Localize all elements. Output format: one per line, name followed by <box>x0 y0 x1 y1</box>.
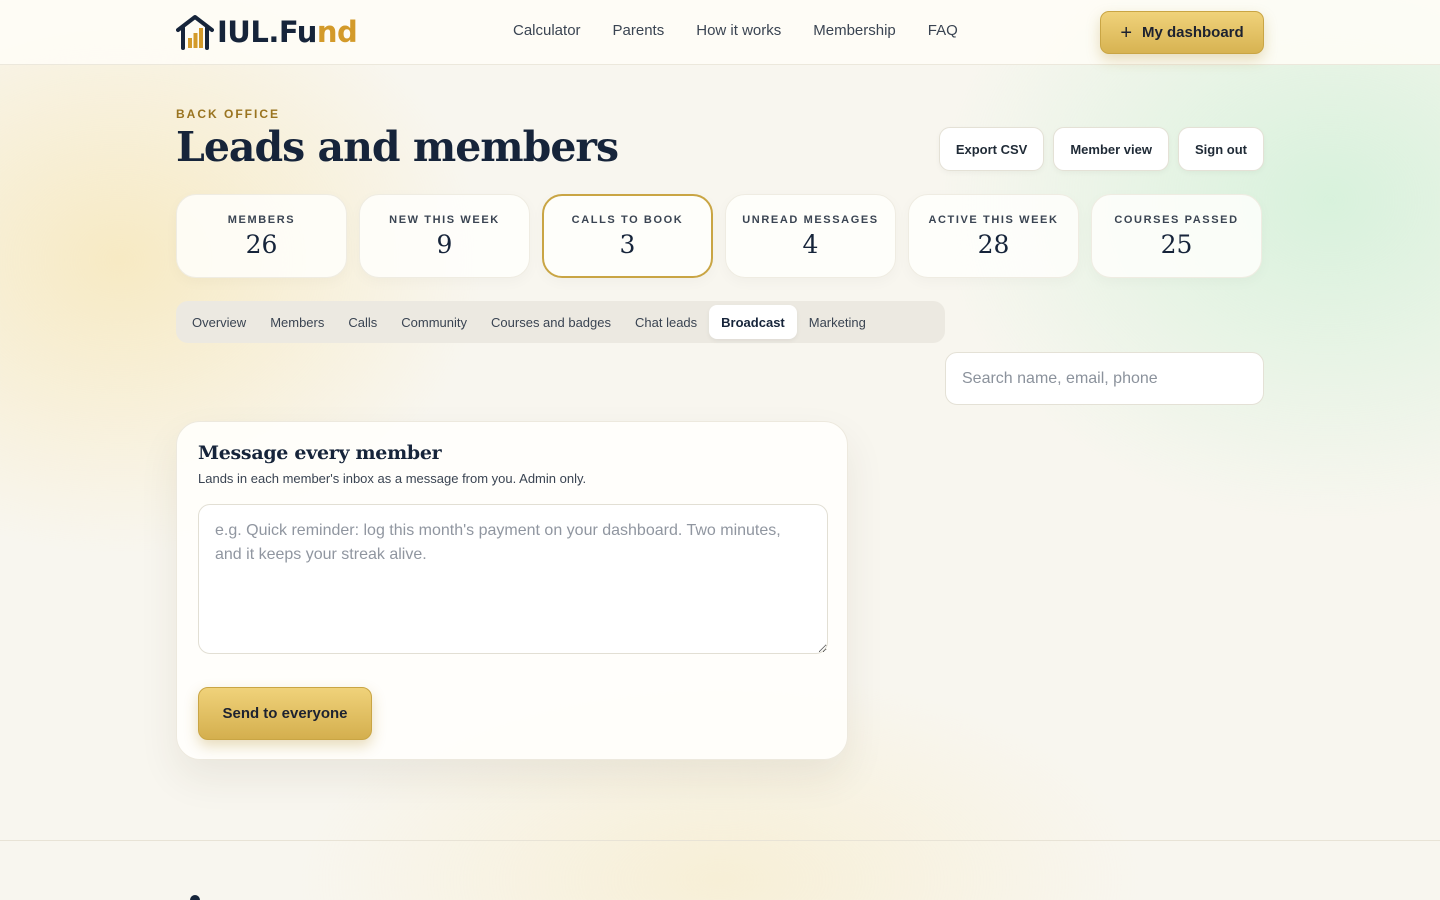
broadcast-message-input[interactable] <box>198 504 828 654</box>
brand-logo[interactable]: IUL.Fund <box>176 14 358 50</box>
stat-value: 9 <box>436 230 453 259</box>
sign-out-button[interactable]: Sign out <box>1178 127 1264 171</box>
stat-card-members[interactable]: MEMBERS 26 <box>176 194 347 278</box>
stat-label: CALLS TO BOOK <box>571 214 684 226</box>
stat-card-active-this-week[interactable]: ACTIVE THIS WEEK 28 <box>908 194 1079 278</box>
stat-card-unread-messages[interactable]: UNREAD MESSAGES 4 <box>725 194 896 278</box>
broadcast-title: Message every member <box>198 442 442 464</box>
tab-broadcast[interactable]: Broadcast <box>709 305 797 339</box>
top-navigation-bar: IUL.Fund Calculator Parents How it works… <box>0 0 1440 65</box>
my-dashboard-button[interactable]: + My dashboard <box>1100 11 1264 54</box>
nav-parents[interactable]: Parents <box>613 22 665 39</box>
nav-faq[interactable]: FAQ <box>928 22 958 39</box>
stat-label: ACTIVE THIS WEEK <box>928 214 1059 226</box>
footer-logo-icon <box>190 895 200 900</box>
tab-overview[interactable]: Overview <box>180 305 258 339</box>
page-title: Leads and members <box>176 123 619 171</box>
brand-name-accent: nd <box>316 15 358 49</box>
stat-value: 28 <box>977 230 1010 259</box>
stat-label: MEMBERS <box>227 214 296 226</box>
brand-name: IUL.Fund <box>217 15 358 49</box>
stat-card-courses-passed[interactable]: COURSES PASSED 25 <box>1091 194 1262 278</box>
export-csv-button[interactable]: Export CSV <box>938 127 1045 171</box>
nav-membership[interactable]: Membership <box>813 22 896 39</box>
member-view-button[interactable]: Member view <box>1053 127 1169 171</box>
tab-community[interactable]: Community <box>389 305 479 339</box>
brand-name-main: IUL.Fu <box>217 15 317 49</box>
stat-label: UNREAD MESSAGES <box>742 214 879 226</box>
stat-label: COURSES PASSED <box>1114 214 1239 226</box>
stat-card-calls-to-book[interactable]: CALLS TO BOOK 3 <box>542 194 713 278</box>
tab-courses-and-badges[interactable]: Courses and badges <box>479 305 623 339</box>
broadcast-card: Message every member Lands in each membe… <box>176 421 848 760</box>
stat-label: NEW THIS WEEK <box>389 214 500 226</box>
footer-divider <box>0 840 1440 841</box>
stat-value: 3 <box>619 230 636 259</box>
stat-value: 26 <box>245 230 278 259</box>
stat-card-new-this-week[interactable]: NEW THIS WEEK 9 <box>359 194 530 278</box>
nav-calculator[interactable]: Calculator <box>513 22 581 39</box>
nav-how-it-works[interactable]: How it works <box>696 22 781 39</box>
broadcast-subtitle: Lands in each member's inbox as a messag… <box>198 471 587 486</box>
stat-value: 4 <box>802 230 819 259</box>
stats-row: MEMBERS 26 NEW THIS WEEK 9 CALLS TO BOOK… <box>176 194 1264 278</box>
main-nav: Calculator Parents How it works Membersh… <box>513 22 958 39</box>
page-eyebrow: BACK OFFICE <box>176 107 280 121</box>
tab-calls[interactable]: Calls <box>336 305 389 339</box>
header-actions: Export CSV Member view Sign out <box>938 127 1264 171</box>
my-dashboard-label: My dashboard <box>1142 24 1244 41</box>
search-input[interactable] <box>945 352 1264 405</box>
stat-value: 25 <box>1160 230 1193 259</box>
send-to-everyone-button[interactable]: Send to everyone <box>198 687 372 740</box>
house-chart-icon <box>176 15 214 50</box>
tab-marketing[interactable]: Marketing <box>797 305 878 339</box>
tab-chat-leads[interactable]: Chat leads <box>623 305 709 339</box>
tab-members[interactable]: Members <box>258 305 336 339</box>
plus-icon: + <box>1120 21 1132 44</box>
admin-tabs: Overview Members Calls Community Courses… <box>176 301 945 343</box>
